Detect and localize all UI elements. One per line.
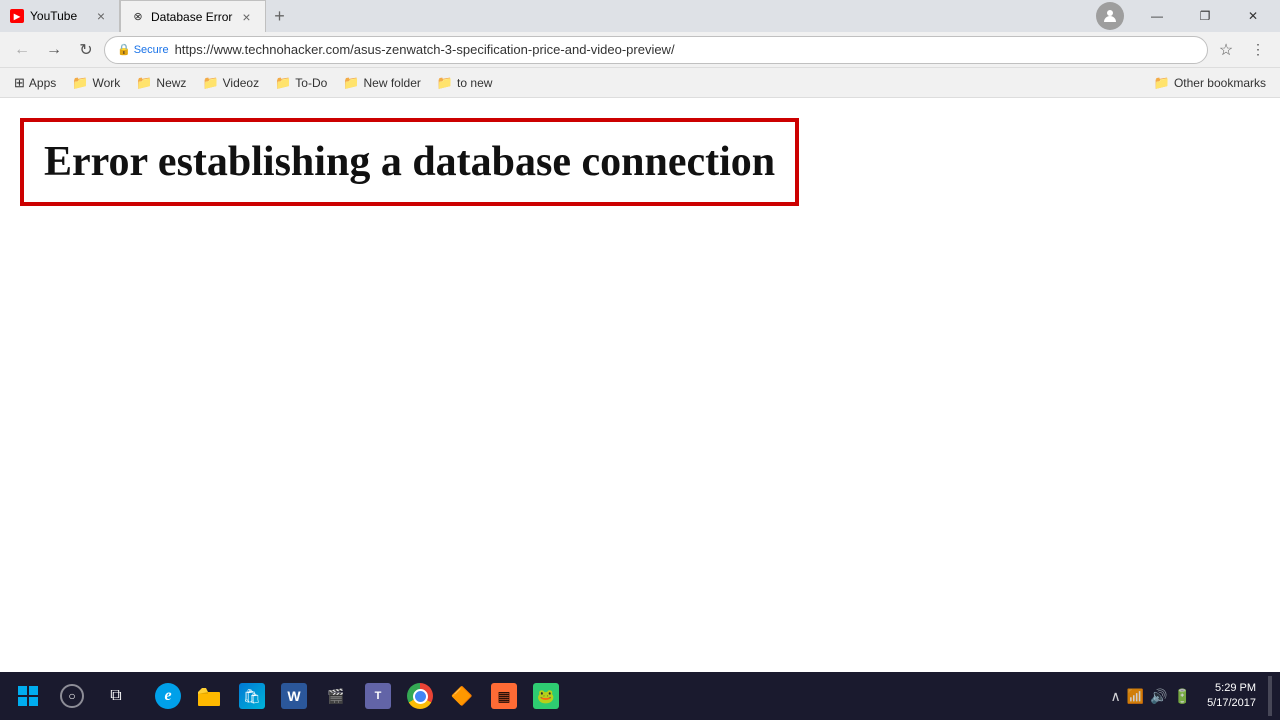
folder-icon-todo: 📁 (275, 75, 291, 91)
tab-db-close[interactable]: × (238, 7, 254, 27)
taskbar-chrome[interactable] (400, 676, 440, 716)
task-view-button[interactable]: ⧉ (96, 676, 136, 716)
cortana-button[interactable]: ○ (52, 676, 92, 716)
taskbar-store[interactable]: 🛍 (232, 676, 272, 716)
bookmark-videoz-label: Videoz (223, 76, 259, 90)
bookmark-to-new[interactable]: 📁 to new (431, 73, 499, 93)
network-icon[interactable]: 📶 (1127, 688, 1144, 705)
folder-icon-work: 📁 (72, 75, 88, 91)
taskbar-apps: e 🛍 W 🎬 T 🔶 ▦ 🐸 (148, 676, 1103, 716)
folder-icon-to-new: 📁 (437, 75, 453, 91)
taskbar-ie[interactable]: e (148, 676, 188, 716)
minimize-button[interactable]: — (1134, 0, 1180, 32)
url-text: https://www.technohacker.com/asus-zenwat… (175, 42, 1195, 57)
folder-icon-videoz: 📁 (202, 75, 218, 91)
chevron-up-icon[interactable]: ∧ (1111, 688, 1121, 705)
folder-icon-new: 📁 (343, 75, 359, 91)
tab-youtube[interactable]: ▶ YouTube × (0, 0, 120, 32)
taskbar-app1[interactable]: ▦ (484, 676, 524, 716)
youtube-icon: ▶ (10, 9, 24, 23)
other-bookmarks[interactable]: 📁 Other bookmarks (1148, 73, 1272, 93)
error-box: Error establishing a database connection (20, 118, 799, 206)
bookmark-work-label: Work (92, 76, 120, 90)
task-view-icon: ⧉ (110, 687, 121, 705)
tab-youtube-close[interactable]: × (93, 6, 109, 26)
teams-icon: T (365, 683, 391, 709)
store-icon: 🛍 (239, 683, 265, 709)
battery-icon[interactable]: 🔋 (1174, 688, 1191, 705)
taskbar-word[interactable]: W (274, 676, 314, 716)
bookmark-to-new-label: to new (457, 76, 492, 90)
new-tab-button[interactable]: + (266, 2, 294, 30)
refresh-button[interactable]: ↻ (72, 36, 100, 64)
bookmark-new-folder-label: New folder (364, 76, 421, 90)
back-button[interactable]: ← (8, 36, 36, 64)
apps-grid-icon: ⊞ (14, 75, 25, 91)
explorer-icon (197, 683, 223, 709)
chrome-icon (407, 683, 433, 709)
forward-button[interactable]: → (40, 36, 68, 64)
maximize-button[interactable]: ❐ (1182, 0, 1228, 32)
taskbar-right: ∧ 📶 🔊 🔋 5:29 PM 5/17/2017 (1107, 676, 1273, 716)
bookmarks-right: 📁 Other bookmarks (1148, 73, 1272, 93)
cortana-icon: ○ (60, 684, 84, 708)
bookmark-newz[interactable]: 📁 Newz (130, 73, 192, 93)
bookmarks-bar: ⊞ Apps 📁 Work 📁 Newz 📁 Videoz 📁 To-Do 📁 … (0, 68, 1280, 98)
ie-icon: e (155, 683, 181, 709)
show-desktop-button[interactable] (1268, 676, 1272, 716)
taskbar-time-display: 5:29 PM (1207, 681, 1256, 696)
folder-icon-newz: 📁 (136, 75, 152, 91)
bookmark-todo-label: To-Do (295, 76, 327, 90)
taskbar-system-icons: ∧ 📶 🔊 🔋 (1107, 688, 1196, 705)
media-icon: 🎬 (323, 683, 349, 709)
error-heading: Error establishing a database connection (44, 138, 775, 186)
taskbar-explorer[interactable] (190, 676, 230, 716)
user-avatar[interactable] (1096, 2, 1124, 30)
bookmark-todo[interactable]: 📁 To-Do (269, 73, 333, 93)
extensions-button[interactable]: ⋮ (1244, 36, 1272, 64)
address-bar: ← → ↻ 🔒 Secure https://www.technohacker.… (0, 32, 1280, 68)
vlc-icon: 🔶 (449, 683, 475, 709)
page-content: Error establishing a database connection (0, 98, 1280, 672)
db-icon: ⊗ (131, 10, 145, 24)
bookmark-newz-label: Newz (156, 76, 186, 90)
start-button[interactable] (8, 676, 48, 716)
close-button[interactable]: ✕ (1230, 0, 1276, 32)
tab-youtube-label: YouTube (30, 9, 77, 23)
title-bar: ▶ YouTube × ⊗ Database Error × + — ❐ ✕ (0, 0, 1280, 32)
app2-icon: 🐸 (533, 683, 559, 709)
taskbar-media[interactable]: 🎬 (316, 676, 356, 716)
secure-label: Secure (134, 44, 169, 56)
folder-icon-other: 📁 (1154, 75, 1170, 91)
bookmark-new-folder[interactable]: 📁 New folder (337, 73, 427, 93)
bookmark-apps[interactable]: ⊞ Apps (8, 73, 62, 93)
taskbar-vlc[interactable]: 🔶 (442, 676, 482, 716)
taskbar-date-display: 5/17/2017 (1207, 696, 1256, 711)
app1-icon: ▦ (491, 683, 517, 709)
bookmark-apps-label: Apps (29, 76, 56, 90)
volume-icon[interactable]: 🔊 (1150, 688, 1167, 705)
taskbar: ○ ⧉ e 🛍 W 🎬 T 🔶 ▦ (0, 672, 1280, 720)
other-bookmarks-label: Other bookmarks (1174, 76, 1266, 90)
tab-db-label: Database Error (151, 10, 232, 24)
window-controls: — ❐ ✕ (1096, 0, 1280, 32)
taskbar-teams[interactable]: T (358, 676, 398, 716)
tab-db-error[interactable]: ⊗ Database Error × (120, 0, 266, 32)
taskbar-clock[interactable]: 5:29 PM 5/17/2017 (1199, 681, 1264, 712)
lock-icon: 🔒 (117, 43, 131, 56)
url-bar[interactable]: 🔒 Secure https://www.technohacker.com/as… (104, 36, 1208, 64)
bookmark-work[interactable]: 📁 Work (66, 73, 126, 93)
bookmark-videoz[interactable]: 📁 Videoz (196, 73, 265, 93)
secure-badge: 🔒 Secure (117, 43, 169, 56)
taskbar-app2[interactable]: 🐸 (526, 676, 566, 716)
word-icon: W (281, 683, 307, 709)
windows-logo (18, 686, 38, 706)
bookmark-star-button[interactable]: ☆ (1212, 36, 1240, 64)
